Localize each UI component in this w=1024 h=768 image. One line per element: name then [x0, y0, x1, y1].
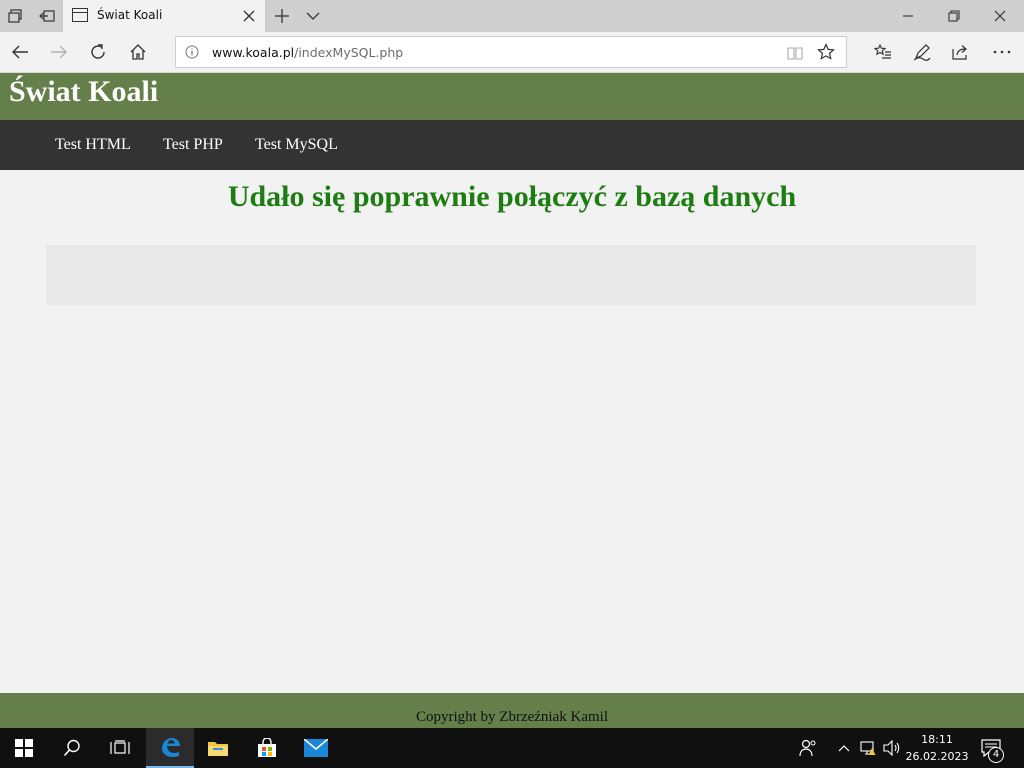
browser-nav-bar: www.koala.pl/indexMySQL.php	[0, 32, 1024, 73]
clock-date: 26.02.2023	[905, 750, 969, 763]
close-window-button[interactable]	[977, 0, 1023, 32]
home-button[interactable]	[120, 37, 156, 67]
tab-title: Świat Koali	[97, 8, 163, 22]
file-explorer-icon[interactable]	[194, 728, 242, 768]
site-info-icon[interactable]	[185, 45, 199, 59]
share-icon[interactable]	[943, 37, 979, 67]
tab-swiat-koali[interactable]: Świat Koali	[63, 0, 265, 32]
address-bar[interactable]: www.koala.pl/indexMySQL.php	[175, 36, 847, 68]
more-options-icon[interactable]	[984, 37, 1020, 67]
windows-start-icon[interactable]	[0, 728, 48, 768]
site-header: Świat Koali	[0, 73, 1024, 120]
content-box	[46, 245, 976, 305]
url-path: /indexMySQL.php	[294, 45, 404, 60]
volume-icon[interactable]	[881, 728, 903, 768]
reading-view-icon[interactable]	[787, 45, 803, 61]
page-icon	[72, 8, 88, 22]
task-view-icon[interactable]	[96, 728, 144, 768]
menu-item-test-mysql[interactable]: Test MySQL	[255, 136, 338, 154]
notification-count-badge: 4	[988, 747, 1004, 763]
tab-preview-chevron-icon[interactable]	[298, 0, 328, 32]
footer-copyright: Copyright by Zbrzeźniak Kamil	[415, 709, 609, 725]
system-clock[interactable]: 18:11 26.02.2023	[902, 731, 972, 765]
menu-item-test-html[interactable]: Test HTML	[55, 136, 131, 154]
favorite-star-icon[interactable]	[817, 43, 835, 61]
favorites-hub-icon[interactable]	[865, 37, 901, 67]
browser-tab-bar: Świat Koali	[0, 0, 1024, 32]
show-hidden-icons-chevron-icon[interactable]	[834, 728, 854, 768]
site-title: Świat Koali	[9, 75, 159, 108]
web-note-pen-icon[interactable]	[904, 37, 940, 67]
url-domain: www.koala.pl	[212, 45, 295, 60]
edge-icon[interactable]	[146, 728, 194, 768]
set-tabs-aside-icon[interactable]	[32, 0, 62, 32]
minimize-button[interactable]	[885, 0, 931, 32]
close-tab-icon[interactable]	[241, 8, 257, 24]
restore-button[interactable]	[931, 0, 977, 32]
store-icon[interactable]	[243, 728, 291, 768]
search-icon[interactable]	[48, 728, 96, 768]
mail-icon[interactable]	[292, 728, 340, 768]
network-warning-icon[interactable]	[858, 728, 880, 768]
site-footer: Copyright by Zbrzeźniak Kamil	[0, 693, 1024, 728]
clock-time: 18:11	[921, 733, 953, 746]
db-connection-status-message: Udało się poprawnie połączyć z bazą dany…	[227, 180, 797, 213]
menu-item-test-php[interactable]: Test PHP	[163, 136, 223, 154]
refresh-button[interactable]	[80, 37, 116, 67]
site-menu: Test HTML Test PHP Test MySQL	[0, 120, 1024, 170]
forward-button[interactable]	[41, 37, 77, 67]
back-button[interactable]	[2, 37, 38, 67]
url-text[interactable]: www.koala.pl/indexMySQL.php	[212, 45, 403, 60]
new-tab-icon[interactable]	[267, 0, 297, 32]
people-icon[interactable]	[796, 728, 820, 768]
tab-manager-icon[interactable]	[0, 0, 30, 32]
windows-taskbar: 18:11 26.02.2023	[0, 728, 1024, 768]
